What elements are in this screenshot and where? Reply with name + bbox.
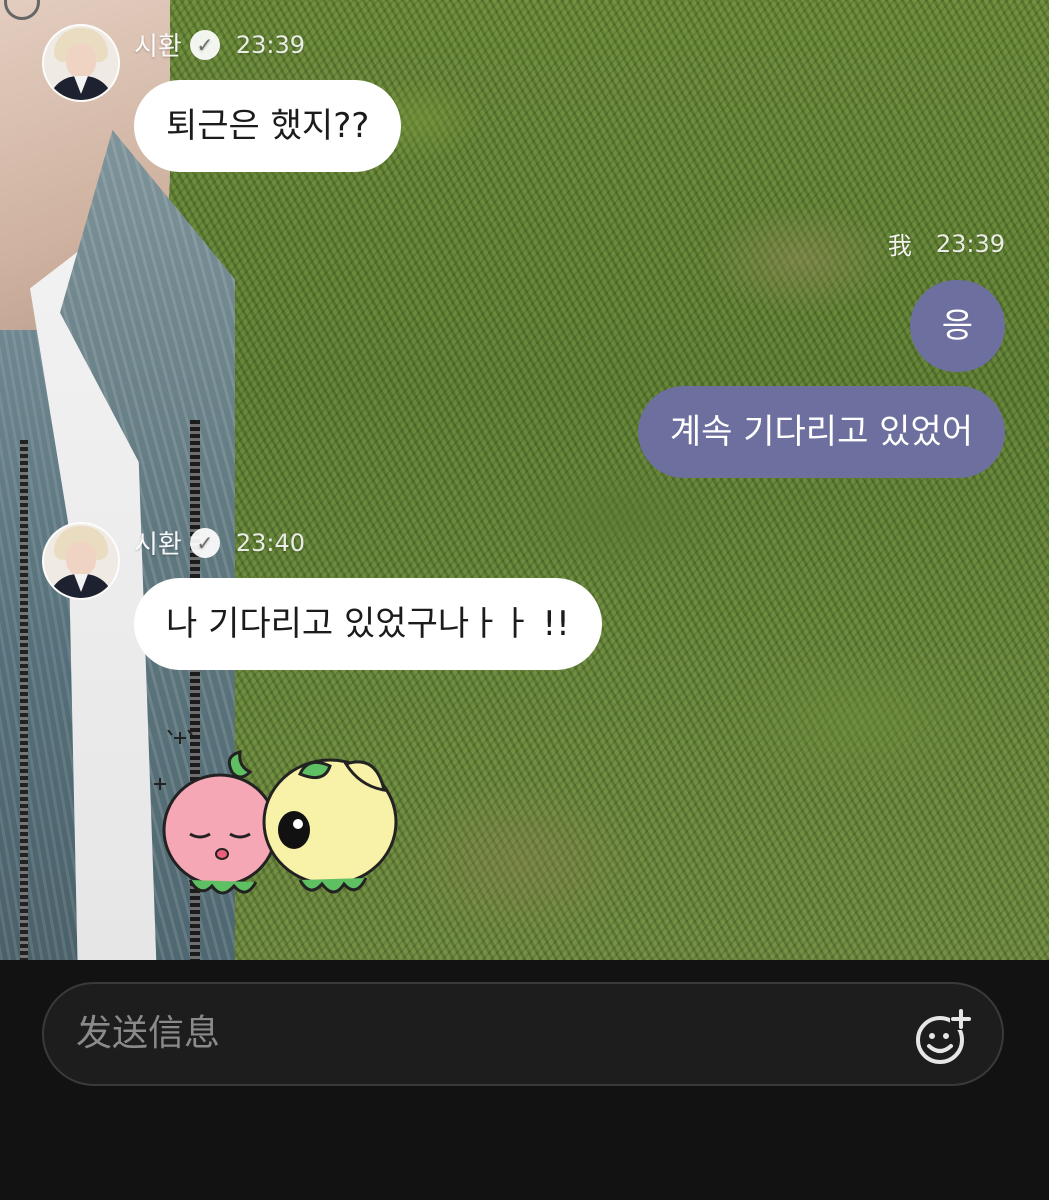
my-message-header: 我 23:39 (888, 226, 1005, 261)
incoming-message-bubble[interactable]: 나 기다리고 있었구나ㅏㅏ !! (134, 578, 602, 670)
strawberry-and-puppy-sticker[interactable] (150, 730, 410, 910)
avatar[interactable] (42, 522, 120, 600)
outgoing-message-bubble[interactable]: 응 (909, 280, 1005, 372)
verified-check-icon: ✓ (189, 527, 220, 558)
verified-check-icon: ✓ (189, 29, 220, 60)
incoming-message-bubble[interactable]: 퇴근은 했지?? (134, 80, 402, 172)
outgoing-message-bubble[interactable]: 계속 기다리고 있었어 (637, 386, 1005, 478)
sender-name: 시환 (134, 32, 182, 62)
message-input-placeholder: 发送信息 (76, 1013, 221, 1054)
message-time: 23:40 (235, 528, 306, 557)
message-time: 23:39 (235, 30, 306, 59)
message-composer: 发送信息 (0, 960, 1049, 1200)
my-sender-label: 我 (887, 232, 912, 260)
message-time: 23:39 (935, 229, 1005, 258)
sparkle-icon (154, 730, 193, 790)
chat-screen: 시환 ✓ 23:39 퇴근은 했지?? 我 23:39 응 계속 기다리고 있었… (0, 0, 1049, 1200)
message-header: 시환 ✓ 23:40 (134, 524, 305, 561)
avatar[interactable] (42, 24, 120, 102)
sender-name: 시환 (134, 530, 182, 560)
message-header: 시환 ✓ 23:39 (134, 26, 305, 63)
message-input[interactable]: 发送信息 (42, 982, 1004, 1086)
emoji-add-icon[interactable] (914, 1008, 972, 1066)
